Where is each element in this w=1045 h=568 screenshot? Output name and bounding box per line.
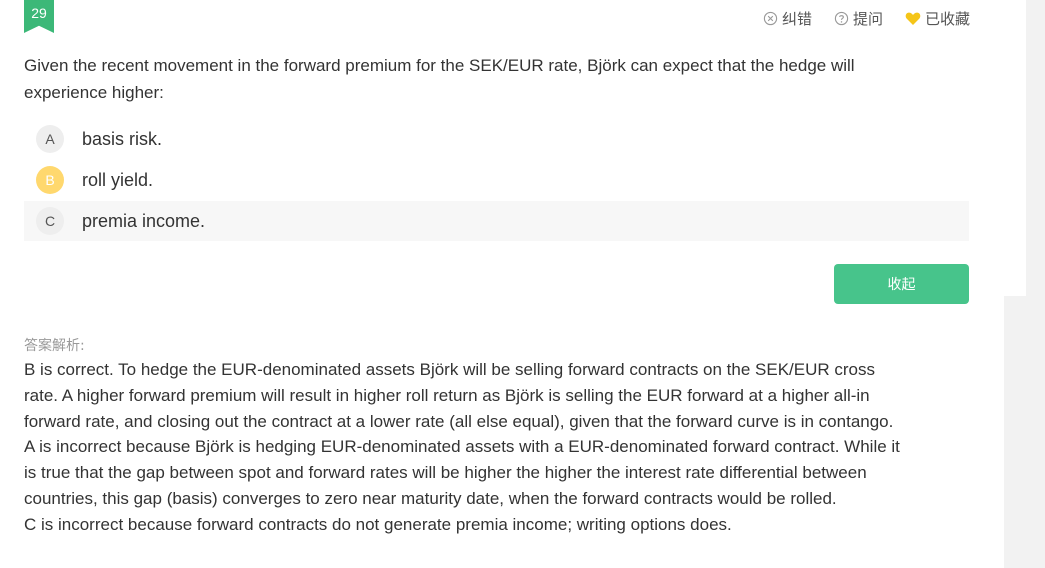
explanation-text: B is correct. To hedge the EUR-denominat… [24, 357, 984, 538]
option-a[interactable]: A basis risk. [24, 119, 969, 159]
question-circle-icon [834, 11, 849, 26]
option-b-text: roll yield. [82, 169, 154, 190]
explanation-label: 答案解析: [24, 338, 85, 354]
explanation-line: B is correct. To hedge the EUR-denominat… [24, 360, 876, 379]
ask-question-label: 提问 [852, 10, 883, 28]
heart-icon [905, 11, 921, 26]
option-a-badge: A [36, 125, 64, 153]
option-a-text: basis risk. [82, 128, 163, 149]
question-toolbar: 纠错 提问 已收藏 [763, 8, 970, 29]
option-b[interactable]: B roll yield. [24, 160, 969, 200]
collapse-button[interactable]: 收起 [834, 264, 969, 304]
explanation-line: countries, this gap (basis) converges to… [24, 488, 837, 508]
question-text: Given the recent movement in the forward… [24, 56, 855, 102]
close-circle-icon [763, 11, 778, 26]
option-b-badge: B [36, 166, 64, 194]
report-error-label: 纠错 [781, 10, 812, 28]
explanation-line: C is incorrect because forward contracts… [24, 514, 732, 534]
explanation-line: rate. A higher forward premium will resu… [24, 385, 870, 405]
favorite-label: 已收藏 [924, 10, 970, 28]
content-panel-edge [1004, 0, 1026, 296]
explanation-line: forward rate, and closing out the contra… [24, 411, 894, 431]
question-number-badge: 29 [24, 0, 54, 33]
option-c[interactable]: C premia income. [24, 201, 969, 241]
option-c-badge: C [36, 207, 64, 235]
explanation-line: is true that the gap between spot and fo… [24, 463, 867, 483]
favorite-button[interactable]: 已收藏 [905, 8, 970, 29]
ask-question-button[interactable]: 提问 [834, 8, 883, 29]
report-error-button[interactable]: 纠错 [763, 8, 812, 29]
option-c-text: premia income. [82, 210, 206, 231]
explanation-line: A is incorrect because Björk is hedging … [24, 437, 900, 457]
